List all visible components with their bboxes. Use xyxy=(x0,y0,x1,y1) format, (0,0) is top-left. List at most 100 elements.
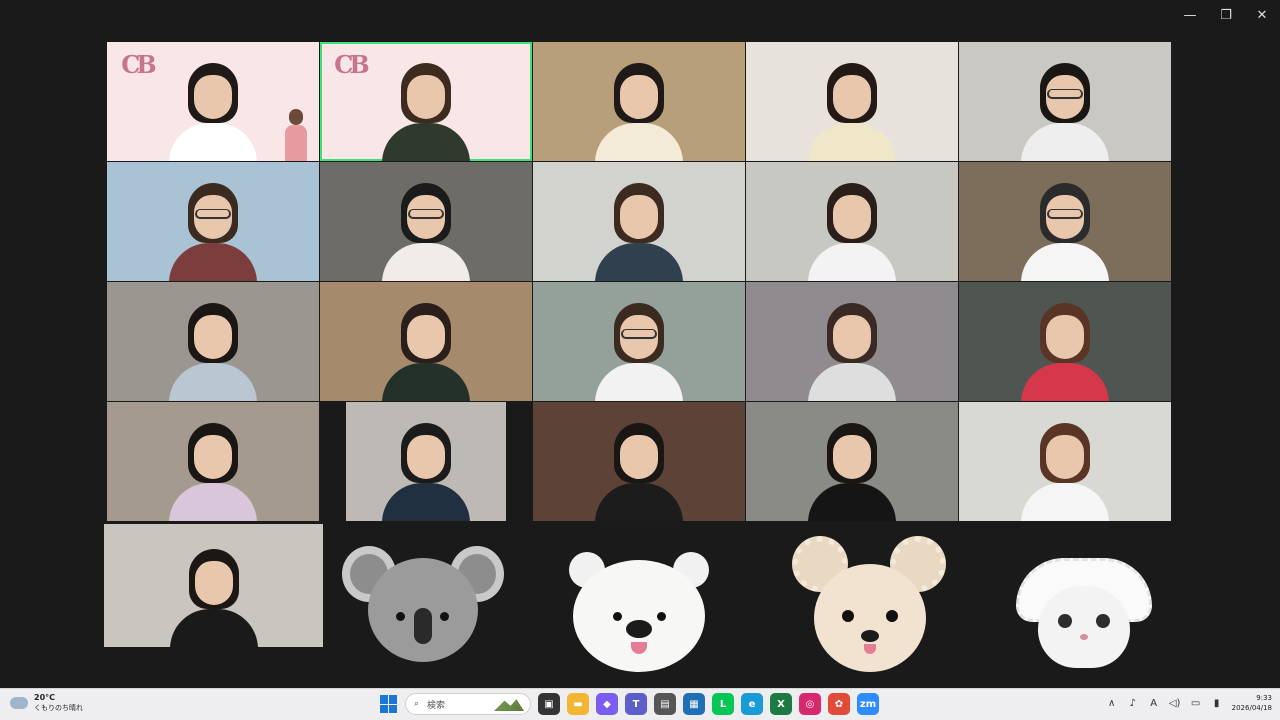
participant-tile[interactable] xyxy=(346,402,506,521)
brand-logo: CB xyxy=(117,50,157,79)
illustration-figure xyxy=(283,109,309,161)
logo-mark: CB xyxy=(121,50,156,79)
system-tray: ∧ ♪ A ◁) ▭ ▮ 9:33 2026/04/18 xyxy=(1106,693,1272,713)
participant-shirt xyxy=(1021,123,1109,161)
koala-nose xyxy=(414,608,432,644)
participant-shirt xyxy=(169,243,257,281)
participant-tile[interactable] xyxy=(533,42,745,161)
glasses-icon xyxy=(1047,89,1083,99)
glasses-icon xyxy=(195,209,231,219)
file-explorer-icon[interactable]: ▬ xyxy=(567,693,589,715)
participant-video xyxy=(804,63,900,161)
line-icon[interactable]: L xyxy=(712,693,734,715)
bonnet-kitten-avatar[interactable] xyxy=(1012,558,1156,678)
participant-tile[interactable] xyxy=(533,402,745,521)
search-placeholder: 検索 xyxy=(427,700,446,711)
participant-tile[interactable] xyxy=(320,162,532,281)
participant-shirt xyxy=(1021,243,1109,281)
participant-face xyxy=(833,75,871,119)
display-icon[interactable]: ▭ xyxy=(1190,698,1202,709)
store-icon[interactable]: ▦ xyxy=(683,693,705,715)
edge-icon[interactable]: e xyxy=(741,693,763,715)
search-icon: ⌕ xyxy=(414,699,420,709)
participant-video xyxy=(804,303,900,401)
participant-video xyxy=(1017,423,1113,521)
participant-face xyxy=(407,75,445,119)
excel-icon[interactable]: X xyxy=(770,693,792,715)
polar-bear-avatar[interactable] xyxy=(567,542,711,672)
participant-shirt xyxy=(595,483,683,521)
restore-button[interactable]: ❐ xyxy=(1208,2,1244,28)
participant-video xyxy=(165,63,261,161)
participant-video xyxy=(1017,183,1113,281)
photos-icon[interactable]: ✿ xyxy=(828,693,850,715)
weather-description: くもりのち晴れ xyxy=(34,704,83,712)
teddy-puppy-avatar[interactable] xyxy=(792,536,946,674)
participant-face xyxy=(1046,315,1084,359)
battery-icon[interactable]: ▮ xyxy=(1211,698,1223,709)
minimize-button[interactable]: — xyxy=(1172,2,1208,28)
weather-widget[interactable]: 20°C くもりのち晴れ xyxy=(7,693,83,713)
participant-face xyxy=(194,315,232,359)
participant-tile[interactable] xyxy=(746,402,958,521)
participant-tile[interactable] xyxy=(533,282,745,401)
participant-tile[interactable] xyxy=(959,42,1171,161)
participant-shirt xyxy=(1021,483,1109,521)
participant-tile[interactable] xyxy=(533,162,745,281)
koala-eye-left xyxy=(396,612,405,621)
participant-tile[interactable] xyxy=(959,162,1171,281)
participant-video xyxy=(1017,63,1113,161)
participant-tile[interactable] xyxy=(107,402,319,521)
teams-icon[interactable]: T xyxy=(625,693,647,715)
participant-video xyxy=(591,63,687,161)
copilot-icon[interactable]: ◆ xyxy=(596,693,618,715)
volume-icon[interactable]: ◁) xyxy=(1169,698,1181,709)
active-speaker-tile[interactable]: CB xyxy=(320,42,532,161)
participant-tile[interactable] xyxy=(746,42,958,161)
search-box[interactable]: ⌕ 検索 xyxy=(405,693,531,715)
bottom-row xyxy=(104,524,1174,684)
chevron-up-icon[interactable]: ∧ xyxy=(1106,698,1118,709)
participant-video xyxy=(804,183,900,281)
participant-tile[interactable] xyxy=(320,282,532,401)
close-button[interactable]: ✕ xyxy=(1244,2,1280,28)
clock[interactable]: 9:33 2026/04/18 xyxy=(1232,693,1272,713)
participant-shirt xyxy=(808,483,896,521)
participant-tile[interactable] xyxy=(107,282,319,401)
ime-icon[interactable]: A xyxy=(1148,698,1160,709)
participant-tile[interactable] xyxy=(104,524,323,647)
instagram-icon[interactable]: ◎ xyxy=(799,693,821,715)
participant-shirt xyxy=(382,243,470,281)
puppy-tongue xyxy=(864,644,876,654)
participant-video xyxy=(165,423,261,521)
windows-start-icon[interactable] xyxy=(380,695,398,713)
participant-shirt xyxy=(169,483,257,521)
participant-tile[interactable] xyxy=(959,282,1171,401)
participant-face xyxy=(833,315,871,359)
participant-shirt xyxy=(169,609,258,647)
participant-tile[interactable] xyxy=(959,402,1171,521)
participant-face xyxy=(194,435,232,479)
participant-tile[interactable] xyxy=(107,162,319,281)
kitten-eye-right xyxy=(1096,614,1110,628)
weather-text: 20°C くもりのち晴れ xyxy=(34,693,83,713)
participant-tile[interactable] xyxy=(746,162,958,281)
participant-face xyxy=(407,435,445,479)
participant-shirt xyxy=(382,483,470,521)
windows-taskbar: 20°C くもりのち晴れ ⌕ 検索 ▣ ▬ ◆ T ▤ ▦ Le X ◎ ✿ zm ∧ ♪ A ◁) ▭ ▮ … xyxy=(0,688,1280,720)
participant-tile[interactable] xyxy=(746,282,958,401)
participant-shirt xyxy=(808,123,896,161)
koala-head xyxy=(368,558,478,662)
participant-video xyxy=(166,549,262,647)
puppy-eye-left xyxy=(842,610,854,622)
task-view-icon[interactable]: ▣ xyxy=(538,693,560,715)
zoom-icon[interactable]: zm xyxy=(857,693,879,715)
partly-cloudy-icon xyxy=(7,694,28,709)
koala-avatar[interactable] xyxy=(342,542,504,662)
printer-icon[interactable]: ▤ xyxy=(654,693,676,715)
participant-tile[interactable]: CB xyxy=(107,42,319,161)
puppy-nose xyxy=(861,630,879,642)
kitten-eye-left xyxy=(1058,614,1072,628)
participant-video xyxy=(165,303,261,401)
microphone-icon[interactable]: ♪ xyxy=(1127,698,1139,709)
